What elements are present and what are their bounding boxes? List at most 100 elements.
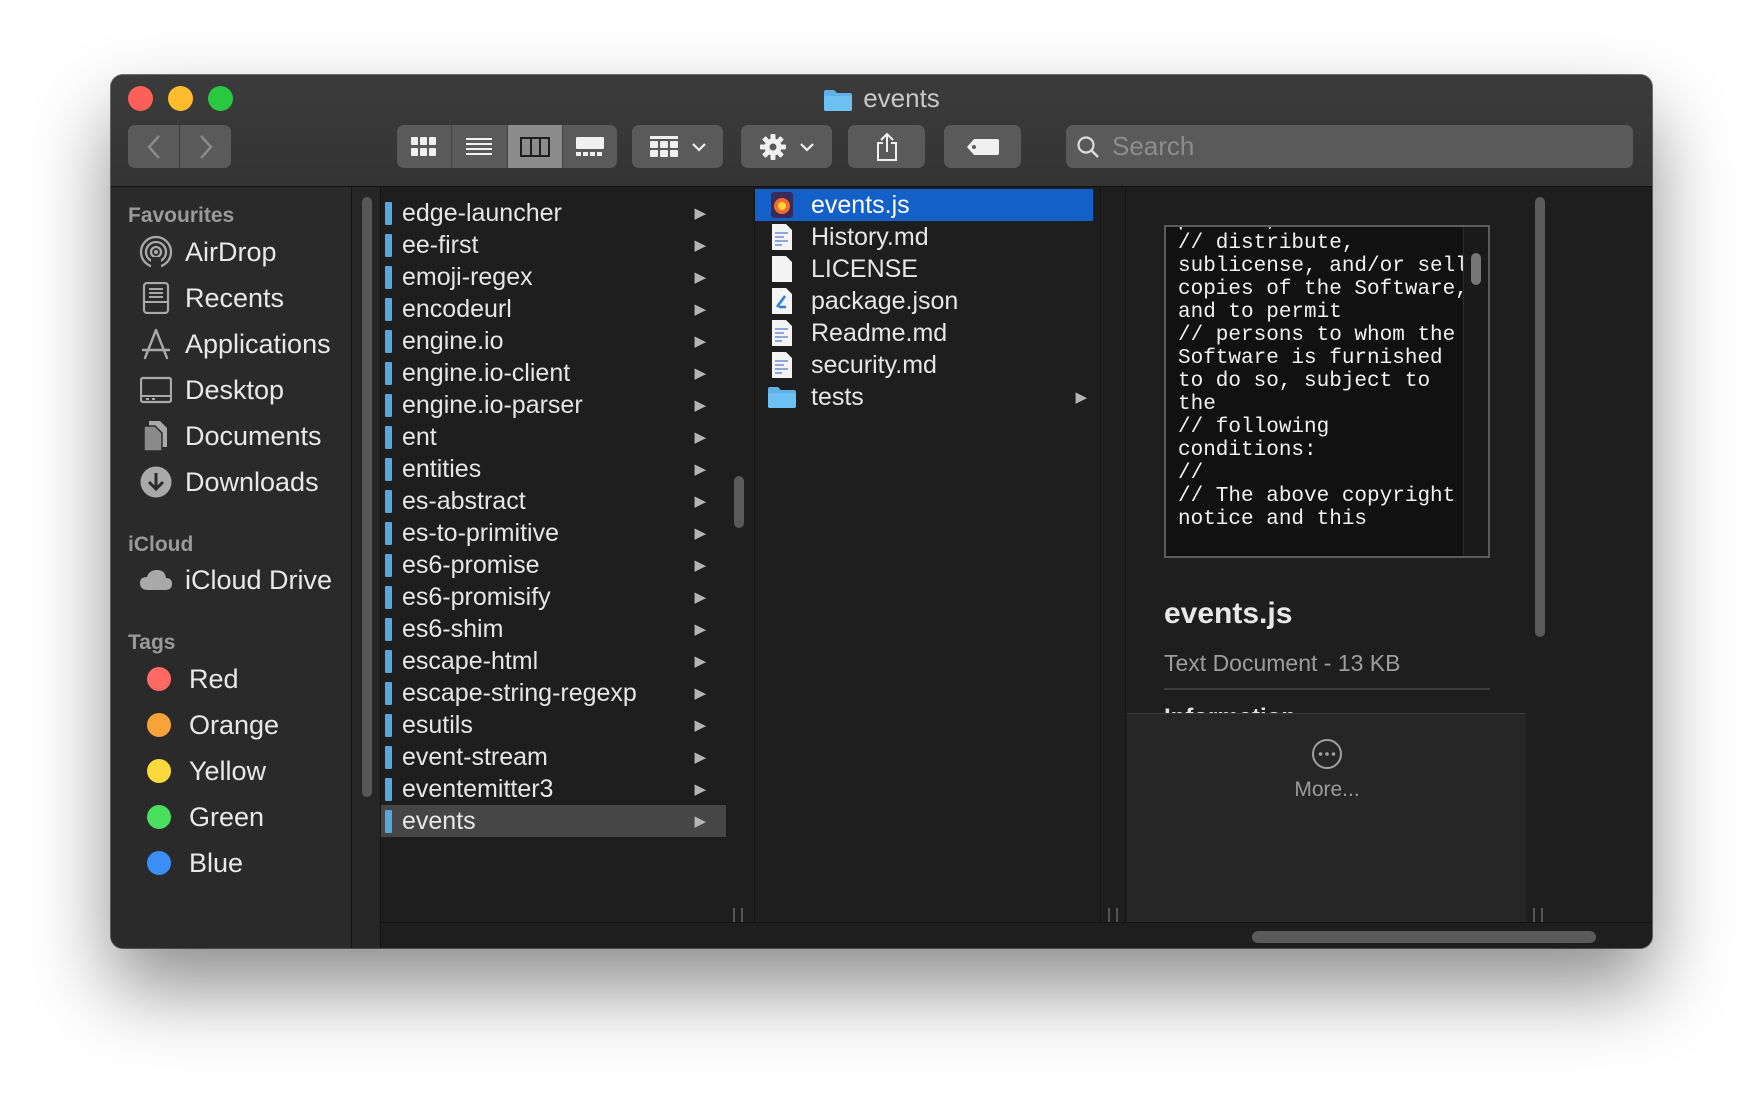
preview-scrollbar[interactable] (1526, 187, 1554, 934)
folder-name: es-abstract (402, 486, 526, 515)
text-file-icon (767, 350, 797, 380)
preview-scroll-thumb[interactable] (1535, 197, 1545, 637)
sidebar-item-label: Orange (189, 709, 280, 740)
file-row-history-md[interactable]: History.md (755, 221, 1093, 253)
navigation-group (128, 125, 231, 168)
sidebar-item-applications[interactable]: Applications (139, 323, 331, 365)
column-resize-handle[interactable] (1533, 908, 1543, 922)
sidebar-item-desktop[interactable]: Desktop (139, 369, 284, 411)
folder-row[interactable]: entities ▶ (381, 453, 726, 485)
folder-icon (385, 297, 392, 321)
disclosure-arrow-icon: ▶ (694, 205, 706, 222)
file-row-readme-md[interactable]: Readme.md (755, 317, 1093, 349)
file-row-license[interactable]: LICENSE (755, 253, 1093, 285)
folder-row[interactable]: engine.io-client ▶ (381, 357, 726, 389)
folder-name: ent (402, 422, 437, 451)
icloud-icon (139, 563, 173, 597)
disclosure-arrow-icon: ▶ (694, 493, 706, 510)
folder-row[interactable]: es6-shim ▶ (381, 613, 726, 645)
icon-view-button[interactable] (397, 125, 451, 168)
gallery-view-button[interactable] (561, 125, 617, 168)
back-button[interactable] (128, 125, 179, 168)
file-row-package-json[interactable]: package.json (755, 285, 1093, 317)
folder-row[interactable]: ee-first ▶ (381, 229, 726, 261)
folder-row[interactable]: escape-string-regexp ▶ (381, 677, 726, 709)
preview-text: publish, // distribute, sublicense, and/… (1178, 227, 1468, 531)
folder-name: es6-shim (402, 614, 504, 643)
group-by-button[interactable] (632, 125, 723, 168)
sidebar-scrollbar[interactable] (351, 187, 381, 948)
disclosure-arrow-icon: ▶ (694, 557, 706, 574)
sidebar-item-tag-green[interactable]: Green (139, 796, 264, 838)
folder-row[interactable]: eventemitter3 ▶ (381, 773, 726, 805)
folder-row[interactable]: esutils ▶ (381, 709, 726, 741)
gear-icon (759, 133, 786, 160)
column1-scrollbar[interactable] (726, 187, 755, 934)
folder-row[interactable]: encodeurl ▶ (381, 293, 726, 325)
sidebar-item-label: Desktop (185, 374, 285, 405)
list-view-button[interactable] (451, 125, 506, 168)
folder-name: edge-launcher (402, 198, 562, 227)
sidebar-item-tag-yellow[interactable]: Yellow (139, 750, 266, 792)
column-resize-handle[interactable] (733, 908, 743, 922)
horizontal-scroll-thumb[interactable] (1252, 931, 1596, 943)
preview-doc-scrollbar[interactable] (1463, 227, 1488, 556)
folder-row[interactable]: es6-promisify ▶ (381, 581, 726, 613)
folder-row-tests[interactable]: tests ▶ (755, 381, 1093, 413)
preview-pane: publish, // distribute, sublicense, and/… (1127, 187, 1624, 934)
sidebar-item-tag-red[interactable]: Red (139, 658, 239, 700)
folder-icon (385, 713, 392, 737)
column-view-button[interactable] (506, 125, 562, 168)
disclosure-arrow-icon: ▶ (694, 813, 706, 830)
folder-row[interactable]: engine.io-parser ▶ (381, 389, 726, 421)
folder-row[interactable]: escape-html ▶ (381, 645, 726, 677)
folder-name: es6-promisify (402, 582, 551, 611)
folder-icon (385, 681, 392, 705)
folder-name: engine.io-client (402, 358, 571, 387)
file-name: LICENSE (811, 254, 918, 283)
folder-row[interactable]: ent ▶ (381, 421, 726, 453)
file-row-security-md[interactable]: security.md (755, 349, 1093, 381)
folder-row[interactable]: es-to-primitive ▶ (381, 517, 726, 549)
disclosure-arrow-icon: ▶ (694, 365, 706, 382)
folder-name: entities (402, 454, 482, 483)
sidebar-item-airdrop[interactable]: AirDrop (139, 231, 277, 273)
share-icon (876, 132, 897, 161)
folder-row[interactable]: events ▶ (381, 805, 726, 837)
applications-icon (139, 327, 173, 361)
sidebar-item-tag-orange[interactable]: Orange (139, 704, 279, 746)
column-resize-handle[interactable] (1108, 908, 1118, 922)
sidebar-item-downloads[interactable]: Downloads (139, 461, 319, 503)
sidebar-scroll-thumb[interactable] (362, 197, 372, 797)
horizontal-scrollbar[interactable] (381, 922, 1652, 948)
preview-doc-scroll-thumb[interactable] (1471, 253, 1481, 285)
action-menu-button[interactable] (741, 125, 832, 168)
preview-file-kind: Text Document - 13 KB (1164, 650, 1401, 676)
preview-document[interactable]: publish, // distribute, sublicense, and/… (1164, 225, 1490, 558)
column2-scrollbar[interactable] (1100, 187, 1126, 934)
folder-row[interactable]: edge-launcher ▶ (381, 197, 726, 229)
disclosure-arrow-icon: ▶ (694, 333, 706, 350)
text-file-icon (767, 318, 797, 348)
share-button[interactable] (848, 125, 925, 168)
folder-row[interactable]: emoji-regex ▶ (381, 261, 726, 293)
sidebar-item-recents[interactable]: Recents (139, 277, 284, 319)
folder-row[interactable]: es-abstract ▶ (381, 485, 726, 517)
search-input[interactable] (1110, 130, 1594, 163)
folder-row[interactable]: engine.io ▶ (381, 325, 726, 357)
more-button[interactable]: More... (1294, 738, 1360, 802)
disclosure-arrow-icon: ▶ (694, 685, 706, 702)
search-field[interactable] (1066, 125, 1633, 168)
folder-row[interactable]: es6-promise ▶ (381, 549, 726, 581)
sidebar-item-documents[interactable]: Documents (139, 415, 322, 457)
sidebar-item-icloud-drive[interactable]: iCloud Drive (139, 559, 332, 601)
file-row-events-js[interactable]: events.js (755, 189, 1093, 221)
forward-button[interactable] (179, 125, 231, 168)
column1-scroll-thumb[interactable] (734, 476, 744, 528)
folder-name: engine.io-parser (402, 390, 583, 419)
sidebar-item-tag-blue[interactable]: Blue (139, 842, 243, 884)
folder-row[interactable]: event-stream ▶ (381, 741, 726, 773)
edit-tags-button[interactable] (944, 125, 1021, 168)
folder-icon (385, 425, 392, 449)
window-title: events (111, 83, 1652, 118)
